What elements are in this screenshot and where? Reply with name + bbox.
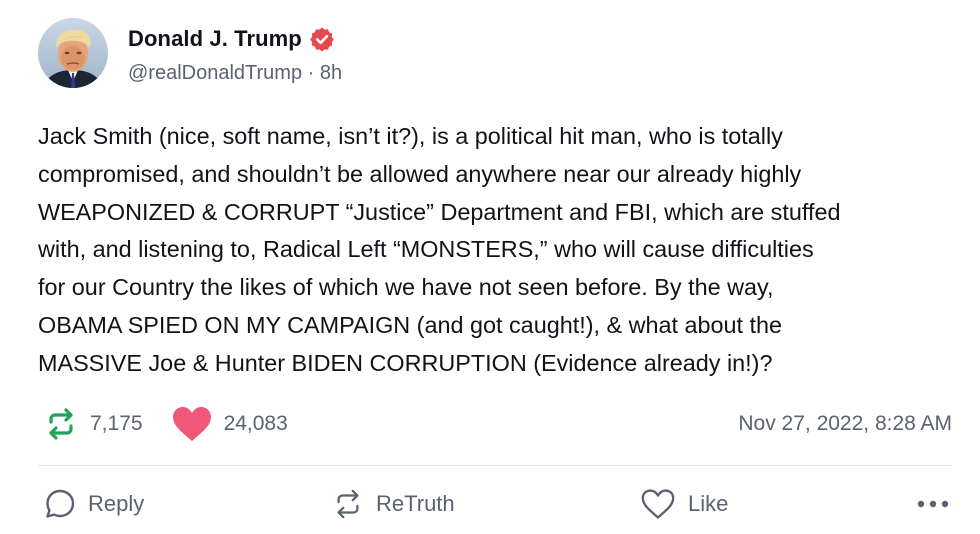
handle-row: @realDonaldTrump · 8h — [128, 62, 342, 85]
more-options-button[interactable] — [916, 482, 950, 526]
retruth-action-icon — [332, 488, 364, 520]
author-info: Donald J. Trump @realDonaldTrump · 8h — [128, 22, 342, 85]
like-button[interactable]: Like — [640, 482, 728, 526]
divider — [38, 465, 952, 466]
post-text: Jack Smith (nice, soft name, isn’t it?),… — [38, 123, 841, 376]
heart-filled-icon — [171, 405, 213, 443]
reply-icon — [44, 488, 76, 520]
reply-label: Reply — [88, 491, 145, 516]
retruth-count-value: 7,175 — [90, 412, 143, 435]
verified-badge-icon — [309, 26, 335, 52]
action-bar: Reply ReTruth Like — [38, 482, 950, 526]
handle-separator: · — [307, 61, 315, 84]
name-row: Donald J. Trump — [128, 22, 342, 56]
retruth-button[interactable]: ReTruth — [332, 482, 455, 526]
heart-outline-icon — [640, 488, 676, 520]
like-label: Like — [688, 491, 729, 516]
retruth-label: ReTruth — [376, 491, 455, 516]
avatar-image — [38, 18, 108, 88]
post-header: Donald J. Trump @realDonaldTrump · 8h — [38, 18, 342, 88]
post-stats: 7,175 24,083 Nov 27, 2022, 8:28 AM — [38, 402, 952, 446]
avatar[interactable] — [38, 18, 108, 88]
display-name[interactable]: Donald J. Trump — [128, 26, 302, 52]
retruth-icon — [44, 407, 78, 441]
more-horizontal-icon — [916, 499, 950, 509]
time-ago[interactable]: 8h — [320, 62, 342, 84]
like-count-value: 24,083 — [223, 412, 288, 435]
like-count[interactable]: 24,083 — [171, 405, 288, 443]
reply-button[interactable]: Reply — [44, 482, 144, 526]
retruth-count[interactable]: 7,175 — [38, 407, 143, 441]
author-handle[interactable]: @realDonaldTrump — [128, 62, 302, 84]
truth-post: Donald J. Trump @realDonaldTrump · 8h Ja… — [0, 0, 980, 534]
post-timestamp[interactable]: Nov 27, 2022, 8:28 AM — [738, 412, 952, 436]
